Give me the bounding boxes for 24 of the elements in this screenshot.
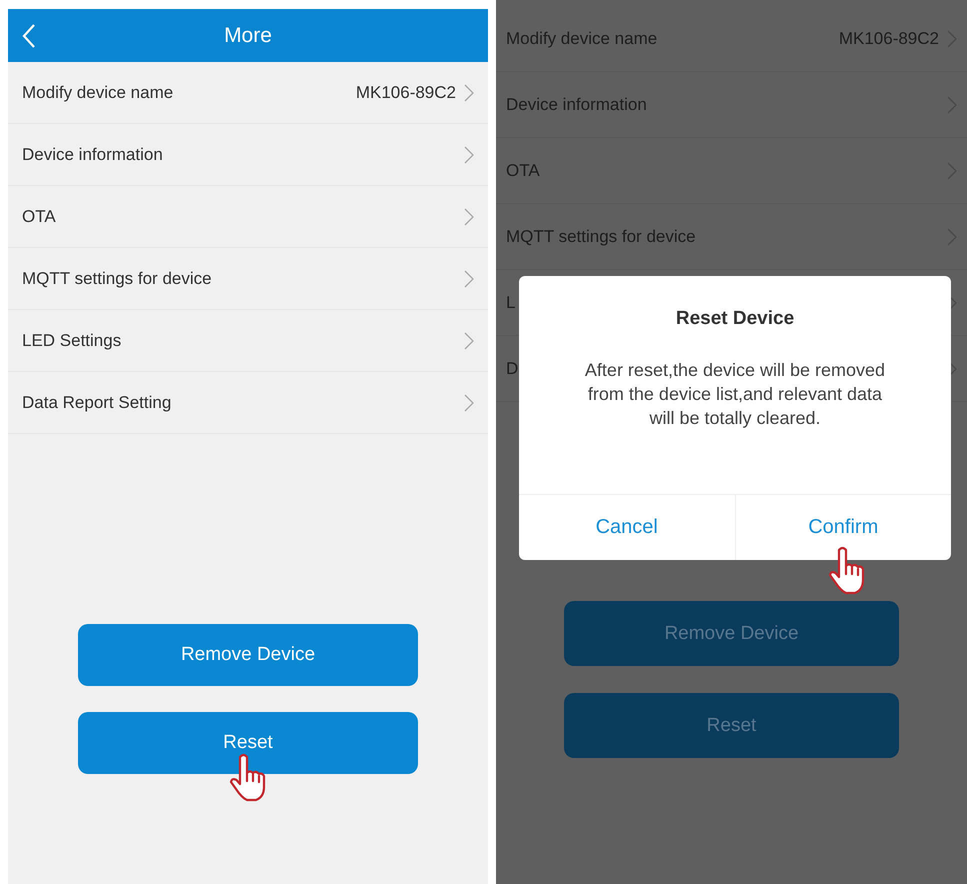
row-label: Modify device name: [506, 28, 658, 48]
action-button[interactable]: Remove Device: [564, 601, 899, 666]
row-label: Device information: [506, 94, 647, 114]
row-label: D: [506, 358, 518, 378]
dialog-button[interactable]: Cancel: [519, 495, 734, 560]
row-value: MK106-89C2: [838, 28, 939, 48]
row-label: Data Report Setting: [22, 392, 172, 412]
row-label: L: [506, 292, 516, 312]
row-label: Device information: [22, 144, 163, 164]
row-label: MQTT settings for device: [22, 268, 212, 288]
action-button[interactable]: Reset: [564, 693, 899, 758]
row-label: Modify device name: [22, 82, 174, 102]
row-label: MQTT settings for device: [506, 226, 696, 246]
back-icon[interactable]: [22, 22, 36, 48]
row-label: LED Settings: [22, 330, 122, 350]
row-value: MK106-89C2: [356, 82, 456, 102]
action-button[interactable]: Remove Device: [78, 624, 418, 686]
header-title: More: [223, 24, 273, 48]
action-button[interactable]: Reset: [78, 712, 418, 774]
dialog-message: After reset,the device will be removed from the device list,and relevant data will be totally cleared.: [584, 359, 886, 430]
dialog-button[interactable]: Confirm: [736, 495, 951, 560]
dialog-title: Reset Device: [674, 308, 796, 330]
row-label: OTA: [22, 206, 56, 226]
row-label: OTA: [506, 160, 540, 180]
